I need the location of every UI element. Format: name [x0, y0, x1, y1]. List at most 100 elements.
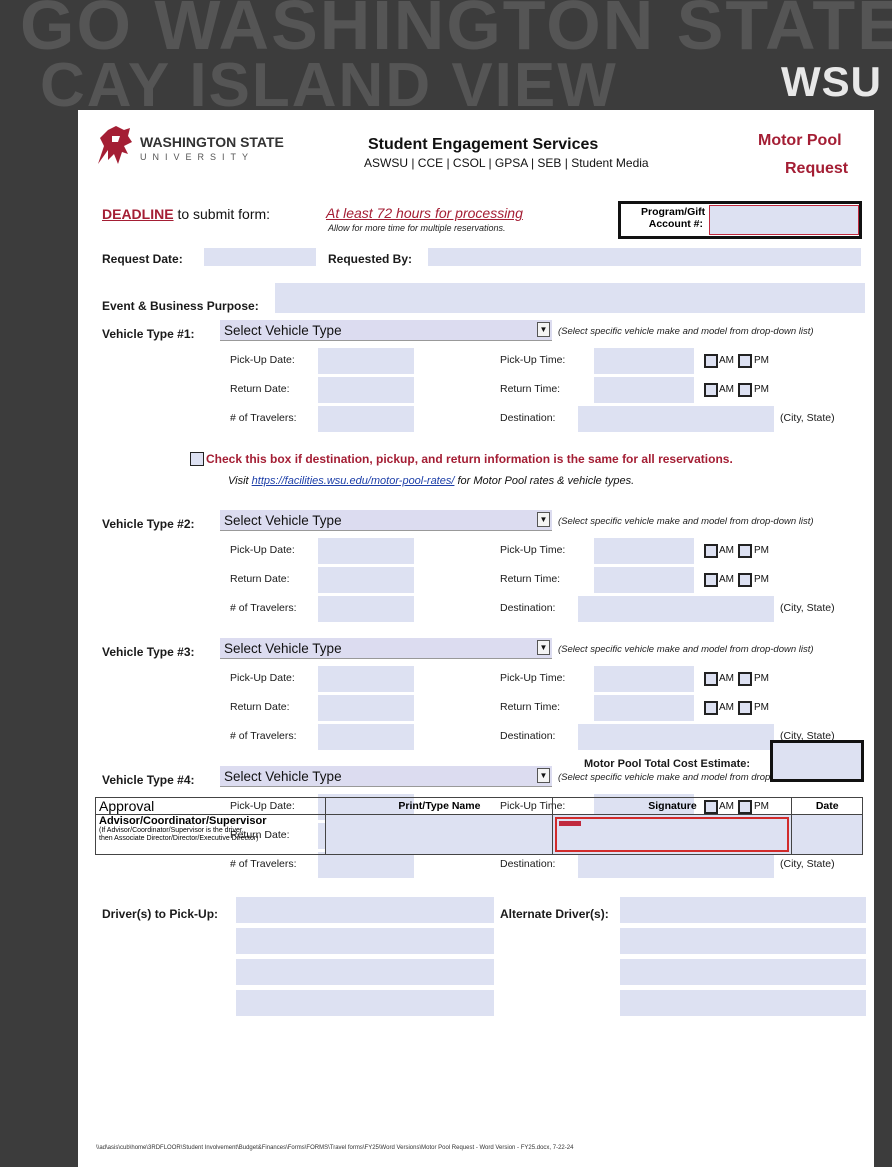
account-number-input[interactable] [709, 205, 859, 235]
driver-alternate-input[interactable] [620, 897, 866, 923]
pickup-date-input[interactable] [318, 538, 414, 564]
return-date-input[interactable] [318, 695, 414, 721]
return-date-input[interactable] [318, 567, 414, 593]
pickup-am-checkbox[interactable] [704, 354, 718, 368]
destination-input[interactable] [578, 852, 774, 878]
vehicle-type-select-value: Select Vehicle Type [224, 323, 342, 338]
pickup-pm-checkbox[interactable] [738, 672, 752, 686]
total-label: Motor Pool Total Cost Estimate: [584, 758, 751, 770]
destination-input[interactable] [578, 596, 774, 622]
chevron-down-icon[interactable]: ▼ [537, 512, 550, 527]
chevron-down-icon[interactable]: ▼ [537, 322, 550, 337]
return-am-label: AM [719, 384, 734, 395]
chevron-down-icon[interactable]: ▼ [537, 640, 550, 655]
pickup-date-input[interactable] [318, 348, 414, 374]
return-date-label: Return Date: [230, 573, 290, 585]
pickup-am-checkbox[interactable] [704, 672, 718, 686]
destination-label: Destination: [500, 858, 556, 870]
purpose-input[interactable] [275, 283, 865, 313]
driver-alternate-input[interactable] [620, 928, 866, 954]
form-title-2: Request [785, 160, 849, 177]
return-pm-label: PM [754, 574, 769, 585]
driver-alternate-input[interactable] [620, 959, 866, 985]
city-state-hint: (City, State) [780, 412, 835, 424]
driver-pickup-input[interactable] [236, 897, 494, 923]
pickup-am-label: AM [719, 545, 734, 556]
travelers-input[interactable] [318, 406, 414, 432]
travelers-input[interactable] [318, 596, 414, 622]
pickup-time-input[interactable] [594, 666, 694, 692]
return-date-label: Return Date: [230, 383, 290, 395]
drivers-pickup-label: Driver(s) to Pick-Up: [102, 907, 219, 921]
vehicle-type-select-value: Select Vehicle Type [224, 769, 342, 784]
destination-input[interactable] [578, 724, 774, 750]
pickup-pm-label: PM [754, 673, 769, 684]
travelers-input[interactable] [318, 724, 414, 750]
deadline-label: DEADLINE to submit form: [102, 206, 270, 222]
request-date-input[interactable] [204, 248, 316, 266]
purpose-label: Event & Business Purpose: [102, 299, 259, 313]
destination-label: Destination: [500, 412, 556, 424]
travelers-input[interactable] [318, 852, 414, 878]
city-state-hint: (City, State) [780, 858, 835, 870]
request-date-label: Request Date: [102, 252, 183, 266]
return-pm-checkbox[interactable] [738, 383, 752, 397]
approval-name-input[interactable] [325, 814, 554, 855]
travelers-label: # of Travelers: [230, 858, 297, 870]
vehicle-type-select[interactable]: Select Vehicle Type ▼ [220, 766, 552, 787]
pickup-pm-checkbox[interactable] [738, 354, 752, 368]
visit-suffix: for Motor Pool rates & vehicle types. [454, 475, 635, 487]
vehicle-type-select[interactable]: Select Vehicle Type ▼ [220, 510, 552, 531]
pickup-date-label: Pick-Up Date: [230, 354, 295, 366]
pickup-date-label: Pick-Up Date: [230, 672, 295, 684]
driver-alternate-input[interactable] [620, 990, 866, 1016]
destination-input[interactable] [578, 406, 774, 432]
travelers-label: # of Travelers: [230, 730, 297, 742]
return-am-checkbox[interactable] [704, 573, 718, 587]
total-input[interactable] [770, 740, 864, 782]
vehicle-type-select-value: Select Vehicle Type [224, 513, 342, 528]
driver-pickup-input[interactable] [236, 928, 494, 954]
pickup-am-label: AM [719, 673, 734, 684]
pickup-pm-label: PM [754, 545, 769, 556]
pickup-pm-checkbox[interactable] [738, 544, 752, 558]
rates-link[interactable]: https://facilities.wsu.edu/motor-pool-ra… [252, 475, 455, 487]
pickup-am-checkbox[interactable] [704, 544, 718, 558]
return-pm-checkbox[interactable] [738, 573, 752, 587]
wsu-badge: WSU [781, 58, 882, 105]
vehicle-type-label: Vehicle Type #2: [102, 517, 195, 531]
driver-pickup-input[interactable] [236, 990, 494, 1016]
vehicle-type-select[interactable]: Select Vehicle Type ▼ [220, 638, 552, 659]
form-page: WASHINGTON STATE UNIVERSITY Student Enga… [78, 110, 874, 1167]
return-time-input[interactable] [594, 377, 694, 403]
col-date-header: Date [791, 797, 863, 815]
requested-by-input[interactable] [428, 248, 861, 266]
return-pm-label: PM [754, 384, 769, 395]
return-time-label: Return Time: [500, 701, 561, 713]
account-label-line-1: Program/Gift [641, 206, 706, 218]
logo-subtext: UNIVERSITY [140, 152, 255, 162]
driver-pickup-input[interactable] [236, 959, 494, 985]
destination-label: Destination: [500, 730, 556, 742]
vehicle-type-hint: (Select specific vehicle make and model … [558, 516, 814, 527]
pickup-time-input[interactable] [594, 348, 694, 374]
vehicle-type-label: Vehicle Type #4: [102, 773, 195, 787]
pickup-time-label: Pick-Up Time: [500, 354, 566, 366]
pickup-time-input[interactable] [594, 538, 694, 564]
approval-date-input[interactable] [791, 814, 863, 855]
vehicle-type-label: Vehicle Type #3: [102, 645, 195, 659]
pickup-date-input[interactable] [318, 666, 414, 692]
travelers-label: # of Travelers: [230, 412, 297, 424]
chevron-down-icon[interactable]: ▼ [537, 768, 550, 783]
return-am-checkbox[interactable] [704, 383, 718, 397]
return-time-input[interactable] [594, 695, 694, 721]
approval-signature-field[interactable] [555, 817, 790, 852]
vehicle-type-select[interactable]: Select Vehicle Type ▼ [220, 320, 552, 341]
return-am-label: AM [719, 702, 734, 713]
same-info-checkbox[interactable] [190, 452, 204, 466]
return-time-input[interactable] [594, 567, 694, 593]
return-am-checkbox[interactable] [704, 701, 718, 715]
return-date-input[interactable] [318, 377, 414, 403]
city-state-hint: (City, State) [780, 602, 835, 614]
return-pm-checkbox[interactable] [738, 701, 752, 715]
